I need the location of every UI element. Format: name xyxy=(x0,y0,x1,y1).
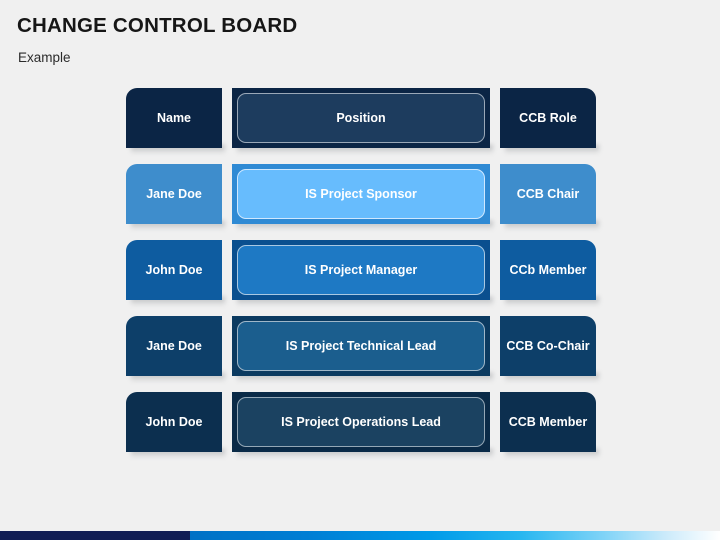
table-row[interactable]: Jane Doe IS Project Sponsor CCB Chair xyxy=(126,164,596,224)
footer-bar-navy-segment xyxy=(0,531,190,540)
page-title: CHANGE CONTROL BOARD xyxy=(17,14,298,37)
header-label-role: CCB Role xyxy=(519,111,577,125)
row-name-label: Jane Doe xyxy=(146,339,202,353)
row-position-inner: IS Project Manager xyxy=(237,245,485,295)
row-cell-role[interactable]: CCb Member xyxy=(500,240,596,300)
header-cell-name: Name xyxy=(126,88,222,148)
row-cell-position[interactable]: IS Project Sponsor xyxy=(232,164,490,224)
header-position-inner: Position xyxy=(237,93,485,143)
table-row[interactable]: Jane Doe IS Project Technical Lead CCB C… xyxy=(126,316,596,376)
row-name-label: Jane Doe xyxy=(146,187,202,201)
header-label-name: Name xyxy=(156,111,192,125)
row-position-label: IS Project Technical Lead xyxy=(285,339,437,353)
footer-decorative-bar xyxy=(0,531,720,540)
row-cell-name[interactable]: Jane Doe xyxy=(126,316,222,376)
row-role-label: CCB Chair xyxy=(516,187,580,201)
table-row[interactable]: John Doe IS Project Manager CCb Member xyxy=(126,240,596,300)
row-position-label: IS Project Manager xyxy=(304,263,418,277)
change-control-board-table: Name Position CCB Role Jane Doe IS Proje… xyxy=(126,88,596,452)
row-cell-position[interactable]: IS Project Operations Lead xyxy=(232,392,490,452)
page-subtitle: Example xyxy=(18,50,71,65)
row-position-label: IS Project Operations Lead xyxy=(281,415,441,429)
row-position-inner: IS Project Sponsor xyxy=(237,169,485,219)
row-name-label: John Doe xyxy=(145,263,203,277)
row-cell-name[interactable]: John Doe xyxy=(126,240,222,300)
row-position-inner: IS Project Technical Lead xyxy=(237,321,485,371)
row-name-label: John Doe xyxy=(145,415,203,429)
table-header-row: Name Position CCB Role xyxy=(126,88,596,148)
footer-bar-gradient-segment xyxy=(190,531,720,540)
row-cell-role[interactable]: CCB Chair xyxy=(500,164,596,224)
table-row[interactable]: John Doe IS Project Operations Lead CCB … xyxy=(126,392,596,452)
header-label-position: Position xyxy=(336,111,386,125)
row-cell-name[interactable]: Jane Doe xyxy=(126,164,222,224)
row-cell-position[interactable]: IS Project Technical Lead xyxy=(232,316,490,376)
row-position-inner: IS Project Operations Lead xyxy=(237,397,485,447)
row-role-label: CCB Co-Chair xyxy=(506,339,590,353)
row-position-label: IS Project Sponsor xyxy=(305,187,417,201)
header-cell-role: CCB Role xyxy=(500,88,596,148)
header-cell-position: Position xyxy=(232,88,490,148)
row-role-label: CCb Member xyxy=(509,263,587,277)
row-role-label: CCB Member xyxy=(508,415,588,429)
row-cell-role[interactable]: CCB Co-Chair xyxy=(500,316,596,376)
row-cell-name[interactable]: John Doe xyxy=(126,392,222,452)
row-cell-position[interactable]: IS Project Manager xyxy=(232,240,490,300)
row-cell-role[interactable]: CCB Member xyxy=(500,392,596,452)
